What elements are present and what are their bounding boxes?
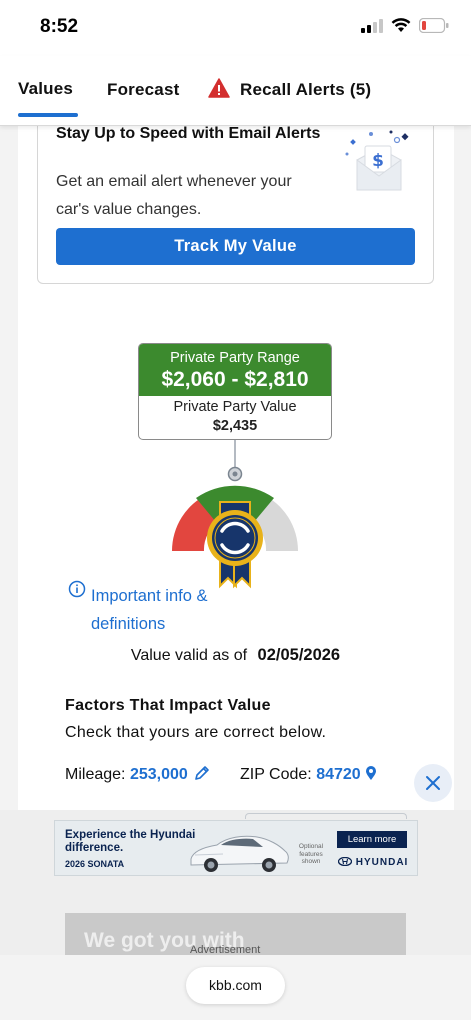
factors-subtitle: Check that yours are correct below. [65,724,327,741]
ad-learn-more-button[interactable]: Learn more [337,831,407,848]
status-time: 8:52 [40,16,79,37]
battery-low-icon [419,18,449,33]
partial-box-outline [245,813,407,819]
close-ad-button[interactable] [414,764,452,802]
value-valid-row: Value valid as of 02/05/2026 [0,646,471,665]
location-pin-icon[interactable] [365,765,377,781]
range-header: Private Party Range $2,060 - $2,810 [139,344,331,396]
wifi-icon [391,18,411,32]
status-bar: 8:52 [0,0,471,56]
range-label: Private Party Range [170,350,300,366]
ad-brand: HYUNDAI [355,857,409,868]
ad-model: 2026 SONATA [65,859,125,869]
mileage-row[interactable]: Mileage: 253,000 [65,765,210,784]
private-party-range-box: Private Party Range $2,060 - $2,810 Priv… [138,343,332,440]
email-alert-title: Stay Up to Speed with Email Alerts [56,125,321,142]
kbb-badge-icon [207,510,263,566]
hyundai-ad-banner[interactable]: Experience the Hyundai difference. 2026 … [54,820,418,876]
close-icon [426,776,440,790]
ad-overlay: Experience the Hyundai difference. 2026 … [0,810,471,956]
email-dollar-illustration-icon: $ [345,130,409,191]
value-valid-label: Value valid as of [130,647,248,664]
tab-bar: Values Forecast Recall Alerts (5) [0,56,471,126]
status-icons [361,18,449,33]
browser-bottom-bar: kbb.com [0,955,471,1020]
ad-optional-note: Optional features shown [298,843,324,865]
cellular-signal-icon [361,18,383,33]
tab-values[interactable]: Values [18,79,73,99]
mileage-value[interactable]: 253,000 [130,766,188,783]
mileage-label: Mileage: [65,766,126,783]
url-bar[interactable]: kbb.com [186,967,285,1004]
active-tab-indicator [18,113,78,117]
value-valid-date: 02/05/2026 [257,646,341,664]
hyundai-logo-icon [337,856,353,867]
pencil-edit-icon[interactable] [194,765,210,781]
tab-recall-alerts[interactable]: Recall Alerts (5) [240,80,371,100]
private-party-value: $2,435 [212,418,258,434]
important-info-link[interactable]: Important info & definitions [91,582,241,638]
track-my-value-button[interactable]: Track My Value [56,228,415,265]
zip-code-value[interactable]: 84720 [316,766,361,783]
zip-code-label: ZIP Code: [240,766,312,783]
tab-forecast[interactable]: Forecast [107,80,179,100]
factors-title: Factors That Impact Value [65,697,271,714]
car-image-icon [190,835,289,872]
value-gauge [171,440,299,589]
email-alert-description: Get an email alert whenever your car's v… [56,173,292,218]
hyundai-logo-text: HYUNDAI [337,856,409,868]
private-party-value-label: Private Party Value [173,399,297,415]
svg-text:$: $ [372,151,384,171]
info-icon [68,580,86,598]
zip-code-row[interactable]: ZIP Code: 84720 [240,765,377,784]
warning-icon [208,78,230,98]
email-alert-card: Stay Up to Speed with Email Alerts Get a… [37,125,434,284]
range-value: $2,060 - $2,810 [161,368,309,391]
